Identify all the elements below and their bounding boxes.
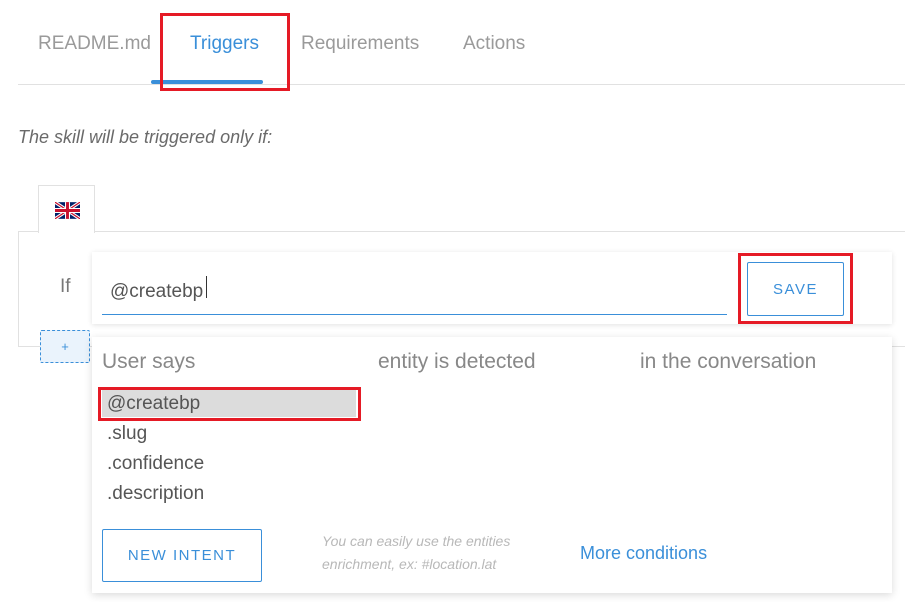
save-button[interactable]: SAVE — [747, 262, 844, 316]
text-cursor — [206, 276, 207, 298]
more-conditions-link[interactable]: More conditions — [580, 543, 707, 564]
if-label: If — [60, 276, 71, 297]
option-description[interactable]: .description — [107, 483, 204, 505]
entities-hint-text: You can easily use the entities enrichme… — [322, 533, 511, 572]
tab-requirements[interactable]: Requirements — [301, 30, 419, 58]
header-entity-detected: entity is detected — [378, 350, 536, 373]
triggers-intro-text: The skill will be triggered only if: — [18, 127, 273, 147]
uk-flag-icon — [55, 202, 80, 219]
tab-readme[interactable]: README.md — [38, 30, 151, 58]
tab-triggers[interactable]: Triggers — [190, 30, 259, 58]
option-slug[interactable]: .slug — [107, 423, 147, 445]
language-tab-en[interactable] — [38, 185, 95, 233]
active-tab-indicator — [151, 80, 263, 84]
header-in-conversation: in the conversation — [640, 350, 817, 373]
option-createbp[interactable]: @createbp — [107, 393, 200, 415]
header-user-says: User says — [102, 350, 196, 373]
tab-actions[interactable]: Actions — [463, 30, 525, 58]
new-intent-button[interactable]: NEW INTENT — [102, 529, 262, 582]
condition-input[interactable] — [102, 270, 727, 315]
option-confidence[interactable]: .confidence — [107, 453, 204, 475]
skill-triggers-page: README.md Triggers Requirements Actions … — [0, 0, 905, 602]
tab-bar — [18, 0, 905, 85]
add-condition-button[interactable]: + — [40, 330, 90, 363]
